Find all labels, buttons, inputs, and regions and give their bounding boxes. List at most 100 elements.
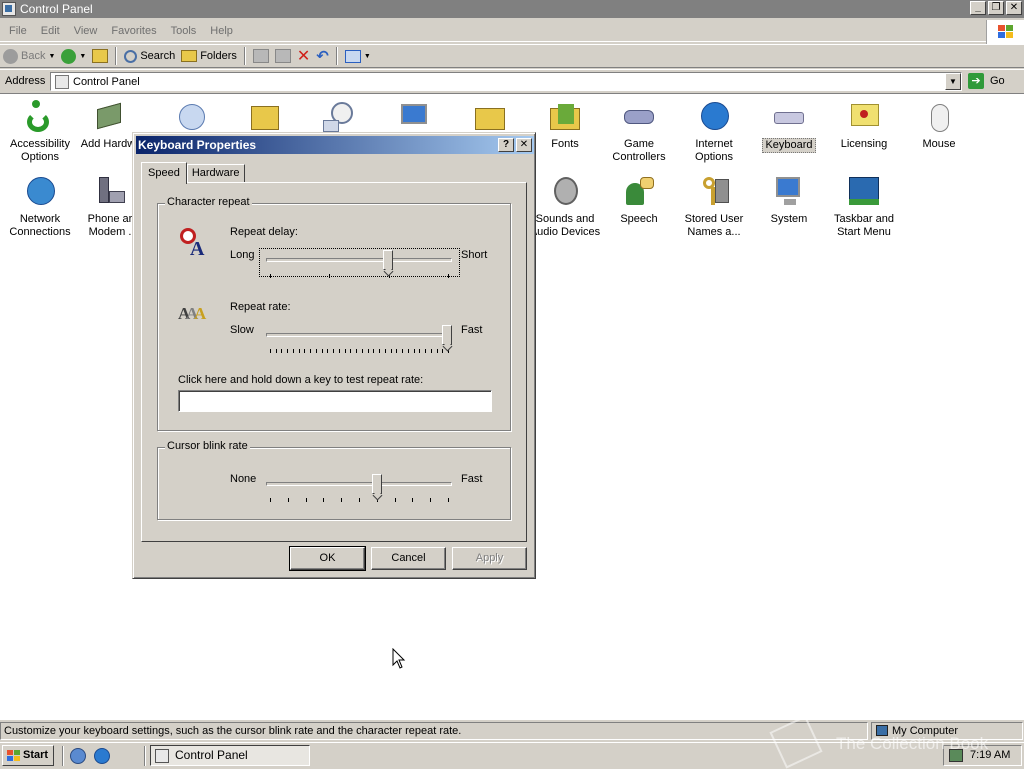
- cancel-button[interactable]: Cancel: [371, 547, 446, 570]
- slider-tick: [333, 349, 334, 353]
- repeat-delay-short-label: Short: [461, 249, 488, 261]
- repeat-delay-slider[interactable]: [266, 250, 452, 280]
- cursor-blink-slider[interactable]: [266, 474, 452, 504]
- slider-tick: [327, 349, 328, 353]
- delete-x-icon: ✕: [296, 48, 311, 65]
- cursor-blink-ticks: [270, 498, 449, 502]
- keyboard-icon: [772, 100, 806, 134]
- slider-tick: [270, 498, 271, 502]
- licensing-item[interactable]: Licensing: [826, 100, 902, 151]
- display-icon: [397, 100, 431, 134]
- address-input[interactable]: Control Panel ▼: [50, 72, 962, 91]
- dialog-close-button[interactable]: ✕: [516, 138, 532, 152]
- globe-icon: [697, 100, 731, 134]
- repeat-rate-ticks: [270, 349, 449, 353]
- slider-tick: [304, 349, 305, 353]
- slider-tick: [306, 498, 307, 502]
- move-to-icon: [252, 49, 269, 63]
- menu-edit[interactable]: Edit: [34, 25, 67, 37]
- tab-speed[interactable]: Speed: [141, 162, 187, 184]
- menu-file[interactable]: File: [0, 25, 34, 37]
- fonts-folder-icon: [548, 100, 582, 134]
- status-bar: Customize your keyboard settings, such a…: [0, 721, 1024, 741]
- accessibility-icon: [23, 100, 57, 134]
- quicklaunch-separator: [62, 746, 64, 766]
- slider-tick: [373, 349, 374, 353]
- fonts-item[interactable]: Fonts: [527, 100, 603, 151]
- dialog-titlebar[interactable]: Keyboard Properties ? ✕: [136, 136, 534, 154]
- menu-favorites[interactable]: Favorites: [104, 25, 163, 37]
- move-to-button[interactable]: [250, 45, 272, 67]
- repeat-delay-track: [266, 258, 452, 262]
- copy-to-button[interactable]: [272, 45, 294, 67]
- minimize-button[interactable]: _: [970, 1, 986, 15]
- chevron-down-icon[interactable]: ▼: [364, 53, 371, 60]
- taskbar-control-panel-button[interactable]: Control Panel: [150, 745, 310, 766]
- search-button[interactable]: Search: [121, 45, 178, 67]
- windows-flag-icon: [7, 750, 20, 761]
- slider-tick: [288, 498, 289, 502]
- slider-tick: [356, 349, 357, 353]
- stored-user-names-item[interactable]: Stored User Names a...: [676, 175, 752, 239]
- network-connections-item[interactable]: Network Connections: [2, 175, 78, 239]
- internet-explorer-icon[interactable]: [94, 748, 110, 764]
- slider-tick: [385, 349, 386, 353]
- chevron-down-icon[interactable]: ▼: [79, 53, 86, 60]
- repeat-rate-thumb[interactable]: [442, 325, 452, 345]
- test-repeat-input[interactable]: [178, 390, 492, 412]
- start-label: Start: [23, 749, 49, 761]
- slider-tick: [425, 349, 426, 353]
- go-button[interactable]: ➔ Go: [968, 73, 1005, 89]
- speech-item[interactable]: Speech: [601, 175, 677, 226]
- show-desktop-icon[interactable]: [70, 748, 86, 764]
- back-button[interactable]: Back ▼: [0, 45, 58, 67]
- menu-view[interactable]: View: [67, 25, 105, 37]
- back-arrow-icon: [3, 48, 18, 64]
- slider-tick: [293, 349, 294, 353]
- slider-tick: [323, 498, 324, 502]
- address-dropdown-button[interactable]: ▼: [945, 73, 961, 90]
- status-zone: My Computer: [871, 722, 1023, 740]
- game-controllers-item[interactable]: Game Controllers: [601, 100, 677, 164]
- taskbar-start-menu-item[interactable]: Taskbar and Start Menu: [826, 175, 902, 239]
- folders-button[interactable]: Folders: [178, 45, 240, 67]
- window-titlebar[interactable]: Control Panel _ ❐ ✕: [0, 0, 1024, 18]
- repeat-delay-thumb[interactable]: [383, 250, 393, 270]
- menu-tools[interactable]: Tools: [164, 25, 204, 37]
- internet-options-item[interactable]: Internet Options: [676, 100, 752, 164]
- sounds-audio-item[interactable]: Sounds and Audio Devices: [527, 175, 603, 239]
- clock[interactable]: 7:19 AM: [970, 749, 1010, 761]
- search-icon: [124, 49, 138, 63]
- system-item[interactable]: System: [751, 175, 827, 226]
- slider-tick: [379, 349, 380, 353]
- menu-help[interactable]: Help: [203, 25, 240, 37]
- mouse-item[interactable]: Mouse: [901, 100, 977, 151]
- repeat-delay-icon: A: [178, 226, 212, 260]
- apply-button[interactable]: Apply: [452, 547, 527, 570]
- tab-hardware[interactable]: Hardware: [186, 164, 245, 183]
- repeat-rate-fast-label: Fast: [461, 324, 483, 336]
- control-panel-icon: [2, 2, 16, 16]
- ok-button[interactable]: OK: [289, 546, 366, 571]
- repeat-rate-slider[interactable]: [266, 325, 452, 355]
- undo-button[interactable]: ↶: [313, 45, 332, 67]
- menu-bar: File Edit View Favorites Tools Help: [0, 20, 1024, 42]
- cursor-blink-thumb[interactable]: [372, 474, 382, 494]
- up-folder-button[interactable]: [89, 45, 111, 67]
- forward-button[interactable]: ▼: [58, 45, 89, 67]
- delete-button[interactable]: ✕: [294, 45, 313, 67]
- close-button[interactable]: ✕: [1006, 1, 1022, 15]
- accessibility-options-item[interactable]: Accessibility Options: [2, 100, 78, 164]
- keyboard-item[interactable]: Keyboard: [751, 100, 827, 153]
- dialog-help-button[interactable]: ?: [498, 138, 514, 152]
- chevron-down-icon[interactable]: ▼: [48, 53, 55, 60]
- views-icon: [344, 49, 361, 63]
- cursor-blink-none-label: None: [230, 473, 257, 485]
- network-tray-icon[interactable]: [949, 749, 963, 762]
- start-button[interactable]: Start: [2, 745, 54, 766]
- speech-icon: [622, 175, 656, 209]
- restore-button[interactable]: ❐: [988, 1, 1004, 15]
- views-button[interactable]: ▼: [342, 45, 374, 67]
- my-computer-icon: [876, 725, 888, 736]
- slider-tick: [430, 498, 431, 502]
